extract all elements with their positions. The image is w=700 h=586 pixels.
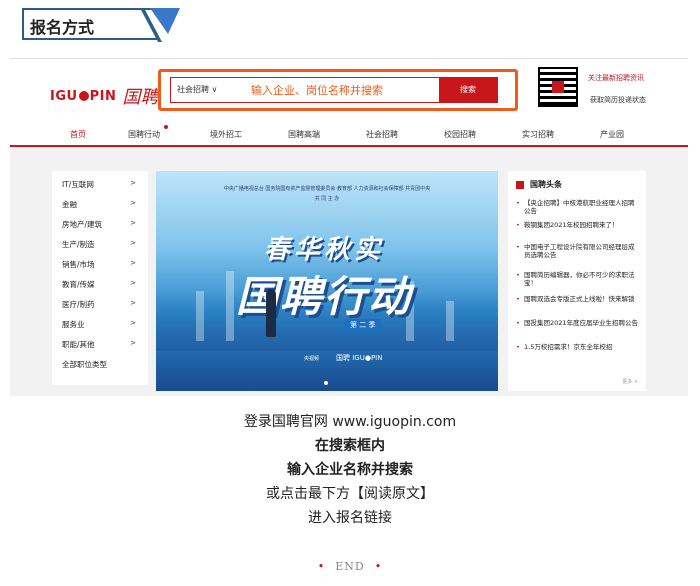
qr-logo-icon	[552, 81, 564, 93]
category-label: 全部职位类型	[62, 360, 107, 369]
category-label: 房地产/建筑	[62, 220, 103, 229]
banner-logo-guopin: 国聘 IGU●PIN	[336, 354, 383, 362]
category-label: 金融	[62, 200, 77, 209]
nav-item-intern[interactable]: 实习招聘	[522, 129, 554, 140]
end-marker: • END •	[0, 560, 700, 573]
banner-organizers: 中央广播电视总台 国务院国有资产监督管理委员会 教育部 人力资源和社会保障部 共…	[223, 186, 431, 192]
news-item[interactable]: 鞍钢集团2021年校园招聘来了！	[516, 221, 640, 229]
banner-season-tag: 第 二 季	[344, 319, 382, 331]
news-icon	[516, 180, 524, 189]
news-item[interactable]: 中国电子工程设计院有限公司经理层成员选聘公告	[516, 243, 640, 259]
section-title: 报名方式	[30, 18, 95, 37]
news-title: 国聘头条	[516, 179, 562, 190]
category-label: 销售/市场	[62, 260, 95, 269]
category-label: 医疗/制药	[62, 300, 95, 309]
category-label: 服务业	[62, 320, 85, 329]
news-more-link[interactable]: 更多 >	[622, 378, 638, 385]
category-item[interactable]: 房地产/建筑 >	[62, 219, 142, 230]
end-text: END	[335, 560, 365, 573]
logo-cn: 国聘	[122, 87, 159, 108]
carousel-dot[interactable]	[324, 381, 328, 385]
instruction-line-5: 进入报名链接	[308, 510, 392, 526]
category-item[interactable]: 金融 >	[62, 199, 142, 210]
category-label: 教育/传媒	[62, 280, 95, 289]
category-item[interactable]: 教育/传媒 >	[62, 279, 142, 290]
instructions: 登录国聘官网 www.iguopin.com 在搜索框内 输入企业名称并搜索 或…	[0, 410, 700, 530]
news-panel: 国聘头条 【央企招聘】中核港航职业经理人招聘公告 鞍钢集团2021年校园招聘来了…	[508, 171, 646, 391]
nav-item-social[interactable]: 社会招聘	[366, 129, 398, 140]
qr-code	[538, 67, 578, 107]
category-label: IT/互联网	[62, 180, 94, 189]
category-label: 生产/制造	[62, 240, 95, 249]
website-screenshot: IGU PIN 国聘 社会招聘 ∨ 输入企业、岗位名称并搜索 搜索 关注最新招聘…	[10, 58, 688, 396]
news-item[interactable]: 1.5万校招需求！京东全年校招	[516, 343, 640, 351]
end-dot-icon: •	[317, 560, 326, 573]
news-item[interactable]: 国投集团2021年度应届毕业生招聘公告	[516, 319, 640, 327]
banner-logo-cctv: 央视频	[304, 356, 320, 362]
search-bar: 社会招聘 ∨ 输入企业、岗位名称并搜索 搜索	[170, 77, 498, 103]
category-item-all[interactable]: 全部职位类型	[62, 359, 142, 370]
banner-organizers-sub: 共 同 主 办	[314, 196, 340, 202]
banner-title-2: 国聘行动	[236, 272, 413, 321]
banner-building	[226, 271, 234, 341]
nav-active-underline	[62, 145, 96, 147]
banner-building	[196, 291, 204, 341]
nav-item-industry-park[interactable]: 产业园	[600, 129, 624, 140]
instruction-line-4: 或点击最下方【阅读原文】	[266, 486, 434, 502]
nav-item-overseas[interactable]: 境外招工	[210, 129, 242, 140]
follow-subtext: 获取简历投递状态	[590, 96, 646, 104]
promo-banner[interactable]: 中央广播电视总台 国务院国有资产监督管理委员会 教育部 人力资源和社会保障部 共…	[156, 171, 498, 391]
search-input[interactable]: 输入企业、岗位名称并搜索	[251, 82, 441, 98]
news-item[interactable]: 【央企招聘】中核港航职业经理人招聘公告	[516, 199, 640, 215]
category-item[interactable]: 服务业 >	[62, 319, 142, 330]
category-item[interactable]: 职能/其他 >	[62, 339, 142, 350]
category-item[interactable]: 生产/制造 >	[62, 239, 142, 250]
chevron-right-icon: >	[130, 259, 136, 267]
chevron-right-icon: >	[130, 199, 136, 207]
category-item[interactable]: IT/互联网 >	[62, 179, 142, 190]
chevron-right-icon: >	[130, 299, 136, 307]
site-logo[interactable]: IGU PIN 国聘	[50, 83, 158, 109]
chevron-right-icon: >	[130, 339, 136, 347]
follow-text[interactable]: 关注最新招聘资讯	[588, 73, 644, 83]
nav-item-home[interactable]: 首页	[70, 129, 86, 140]
search-button[interactable]: 搜索	[439, 78, 497, 102]
nav-item-highend[interactable]: 国聘高端	[288, 129, 320, 140]
chevron-right-icon: >	[130, 279, 136, 287]
chevron-right-icon: >	[130, 219, 136, 227]
chevron-right-icon: >	[130, 239, 136, 247]
search-category-select[interactable]: 社会招聘 ∨	[177, 84, 217, 95]
banner-person-figure	[266, 289, 276, 337]
instruction-line-1: 登录国聘官网 www.iguopin.com	[243, 414, 457, 430]
logo-latin-2: PIN	[89, 88, 117, 104]
section-header: 报名方式	[22, 8, 182, 42]
instruction-line-2: 在搜索框内	[315, 438, 385, 454]
main-nav: 首页 国聘行动 境外招工 国聘高端 社会招聘 校园招聘 实习招聘 产业园	[10, 121, 688, 147]
category-menu: IT/互联网 > 金融 > 房地产/建筑 > 生产/制造 > 销售/市场 > 教育/传媒 >…	[52, 171, 148, 385]
nav-item-guopin-action[interactable]: 国聘行动	[128, 129, 160, 140]
news-item[interactable]: 国聘简历编辑器，你必不可少的求职法宝！	[516, 271, 640, 287]
banner-building	[446, 301, 454, 341]
nav-item-campus[interactable]: 校园招聘	[444, 129, 476, 140]
category-label: 职能/其他	[62, 340, 95, 349]
section-header-triangle-icon	[140, 8, 180, 42]
news-title-text: 国聘头条	[530, 180, 562, 189]
nav-new-dot-icon	[164, 125, 168, 129]
banner-title-1: 春华秋实	[264, 235, 385, 265]
chevron-right-icon: >	[130, 179, 136, 187]
end-dot-icon: •	[374, 560, 383, 573]
category-item[interactable]: 销售/市场 >	[62, 259, 142, 270]
chevron-right-icon: >	[130, 319, 136, 327]
news-item[interactable]: 国聘双选会专版正式上线啦！快来解锁	[516, 295, 640, 303]
site-topbar: IGU PIN 国聘 社会招聘 ∨ 输入企业、岗位名称并搜索 搜索 关注最新招聘…	[10, 59, 688, 147]
category-item[interactable]: 医疗/制药 >	[62, 299, 142, 310]
logo-latin-1: IGU	[50, 88, 78, 104]
logo-dot-icon	[78, 91, 89, 101]
instruction-line-3: 输入企业名称并搜索	[287, 462, 413, 478]
